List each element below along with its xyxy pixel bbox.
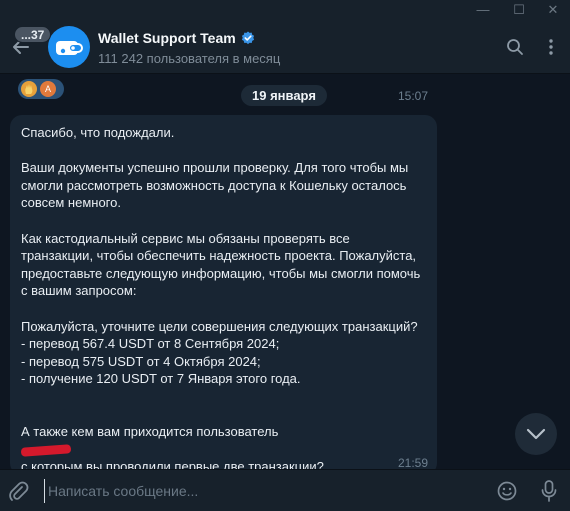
window-titlebar: — ☐ ✕ [0, 0, 570, 18]
avatar[interactable] [48, 26, 90, 68]
attach-icon[interactable] [7, 480, 29, 502]
message-bubble[interactable]: Спасибо, что подождали. Ваши документы у… [10, 115, 437, 469]
hand-icon [25, 84, 33, 94]
message-list-item: - получение 120 USDT от 7 Января этого г… [21, 371, 301, 387]
message-list-item: - перевод 575 USDT от 4 Октября 2024; [21, 353, 261, 369]
member-count: 111 242 пользователя в месяц [98, 51, 281, 66]
unread-count-badge: ...37 [14, 26, 52, 43]
redaction-mark [20, 444, 72, 457]
message-input[interactable] [44, 479, 474, 503]
verified-icon [241, 31, 254, 45]
maximize-button[interactable]: ☐ [502, 0, 536, 18]
chat-header: ...37 Wallet Support Team 111 242 пользо… [0, 18, 570, 74]
message-composer [0, 469, 570, 511]
message-list[interactable]: A 19 января 15:07 Спасибо, что подождали… [0, 75, 570, 469]
microphone-icon[interactable] [538, 480, 560, 502]
message-time: 21:59 [397, 456, 428, 469]
message-list-item: - перевод 567.4 USDT от 8 Сентября 2024; [21, 336, 280, 352]
more-vertical-icon[interactable] [540, 36, 562, 58]
reactions-bar[interactable]: A [18, 79, 64, 99]
message-paragraph: Пожалуйста, уточните цели совершения сле… [21, 318, 418, 334]
search-icon[interactable] [504, 36, 526, 58]
chat-title[interactable]: Wallet Support Team [98, 30, 255, 46]
chat-title-text: Wallet Support Team [98, 30, 236, 46]
message-paragraph: Ваши документы успешно прошли проверку. … [21, 160, 409, 211]
previous-message-time: 15:07 [398, 89, 429, 103]
scroll-to-bottom-button[interactable] [515, 413, 557, 455]
emoji-icon[interactable] [496, 480, 518, 502]
message-paragraph: Как кастодиальный сервис мы обязаны пров… [21, 230, 421, 299]
date-separator: 19 января [241, 85, 327, 106]
user-avatar-reaction[interactable]: A [40, 81, 56, 97]
hand-emoji-reaction[interactable] [21, 81, 37, 97]
minimize-button[interactable]: — [466, 0, 500, 18]
wallet-logo-icon [56, 41, 83, 55]
message-text-end: с которым вы проводили первые две транза… [21, 459, 324, 469]
message-paragraph: А также кем вам приходится пользователь … [20, 406, 425, 469]
close-button[interactable]: ✕ [536, 0, 570, 18]
message-line: Спасибо, что подождали. [21, 125, 175, 140]
chevron-down-icon [526, 428, 546, 440]
message-text-start: А также кем вам приходится пользователь [21, 424, 279, 440]
